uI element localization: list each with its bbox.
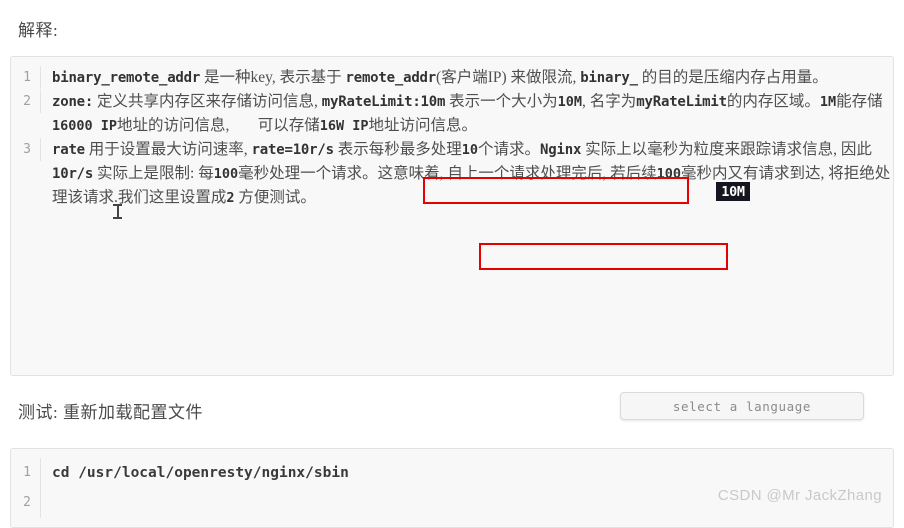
table-row: 1 cd /usr/local/openresty/nginx/sbin xyxy=(11,458,893,488)
prose-text: 表示一个大小为 xyxy=(445,93,558,110)
prose-text: 毫秒处理一个请求。这意味着, 自上一个请求处理完后, 若后续 xyxy=(238,165,657,182)
prose-text: 地址访问信息。 xyxy=(368,117,477,134)
explanation-item-2-text[interactable]: zone: 定义共享内存区来存储访问信息, myRateLimit:10m 表示… xyxy=(41,90,893,138)
prose-text: , 名字为 xyxy=(582,93,637,110)
prose-text: 实际上是限制: 每 xyxy=(93,165,214,182)
prose-text: 个请求 xyxy=(478,141,525,158)
inline-code: rate=10r/s xyxy=(251,142,334,158)
inline-number: 1M xyxy=(819,94,837,110)
inline-number: 100 xyxy=(656,166,682,182)
test-command-line-1[interactable]: cd /usr/local/openresty/nginx/sbin xyxy=(41,458,893,488)
prose-text: 是一种key, 表示基于 xyxy=(200,69,346,86)
explanation-item-1-text[interactable]: binary_remote_addr 是一种key, 表示基于 remote_a… xyxy=(41,66,893,90)
inline-code: 10r/s xyxy=(52,166,94,182)
inline-number: 2 xyxy=(226,190,235,206)
line-number: 1 xyxy=(11,66,41,89)
line-number: 2 xyxy=(11,488,41,518)
inline-number: 16000 xyxy=(52,118,93,134)
explanation-code-block: 1 binary_remote_addr 是一种key, 表示基于 remote… xyxy=(10,56,894,376)
prose-text: 可以存储 xyxy=(257,117,320,134)
select-a-language-button[interactable]: select a language xyxy=(620,392,864,420)
inline-code: myRateLimit xyxy=(636,94,727,110)
prose-text: 的内存区域。 xyxy=(726,93,820,110)
watermark-text: CSDN @Mr JackZhang xyxy=(717,487,882,504)
inline-code: binary_ xyxy=(580,70,638,86)
line-number: 3 xyxy=(11,138,41,161)
inline-number: 10 xyxy=(461,142,479,158)
table-row: 3 rate 用于设置最大访问速率, rate=10r/s 表示每秒最多处理10… xyxy=(11,138,893,210)
prose-text: 定义共享内存区来存储访问信息, xyxy=(93,93,322,110)
inline-number: 100 xyxy=(213,166,239,182)
prose-text: 方便测试。 xyxy=(234,189,316,206)
explanation-item-3-text[interactable]: rate 用于设置最大访问速率, rate=10r/s 表示每秒最多处理10个请… xyxy=(41,138,893,210)
inline-number: 10M xyxy=(557,94,583,110)
inline-code: rate xyxy=(52,142,85,158)
inline-code: Nginx xyxy=(540,142,582,158)
inline-number: IP xyxy=(344,118,369,134)
table-row: 2 zone: 定义共享内存区来存储访问信息, myRateLimit:10m … xyxy=(11,90,893,138)
prose-text: 的目的是压缩内存占用量。 xyxy=(637,69,828,86)
inline-code: binary_remote_addr xyxy=(52,70,201,86)
prose-text: 。 xyxy=(524,141,541,158)
inline-number: IP xyxy=(92,118,118,134)
prose-text: (客户端IP) 来做限流, xyxy=(436,69,581,86)
inline-number: 16W xyxy=(319,118,345,134)
line-number: 1 xyxy=(11,458,41,488)
prose-text: 实际上以毫秒为粒度来跟踪请求信息, 因此 xyxy=(581,141,872,158)
page-title-test: 测试: 重新加载配置文件 xyxy=(18,403,203,422)
line-number: 2 xyxy=(11,90,41,113)
inline-code: remote_addr xyxy=(345,70,437,86)
text-selection-highlight[interactable]: 10M xyxy=(716,182,750,201)
explanation-rows: 1 binary_remote_addr 是一种key, 表示基于 remote… xyxy=(11,57,893,219)
prose-text: 表示每秒最多处理 xyxy=(333,141,462,158)
inline-code: zone: xyxy=(52,94,94,110)
page-root: 解释: 1 binary_remote_addr 是一种key, 表示基于 re… xyxy=(0,0,904,528)
table-row: 1 binary_remote_addr 是一种key, 表示基于 remote… xyxy=(11,66,893,90)
prose-text: 地址的访问信息, xyxy=(117,117,234,134)
prose-text: 能存储 xyxy=(836,93,883,110)
page-title-explain: 解释: xyxy=(18,21,59,40)
inline-code: myRateLimit:10m xyxy=(321,94,446,110)
prose-text: 用于设置最大访问速率, xyxy=(84,141,252,158)
